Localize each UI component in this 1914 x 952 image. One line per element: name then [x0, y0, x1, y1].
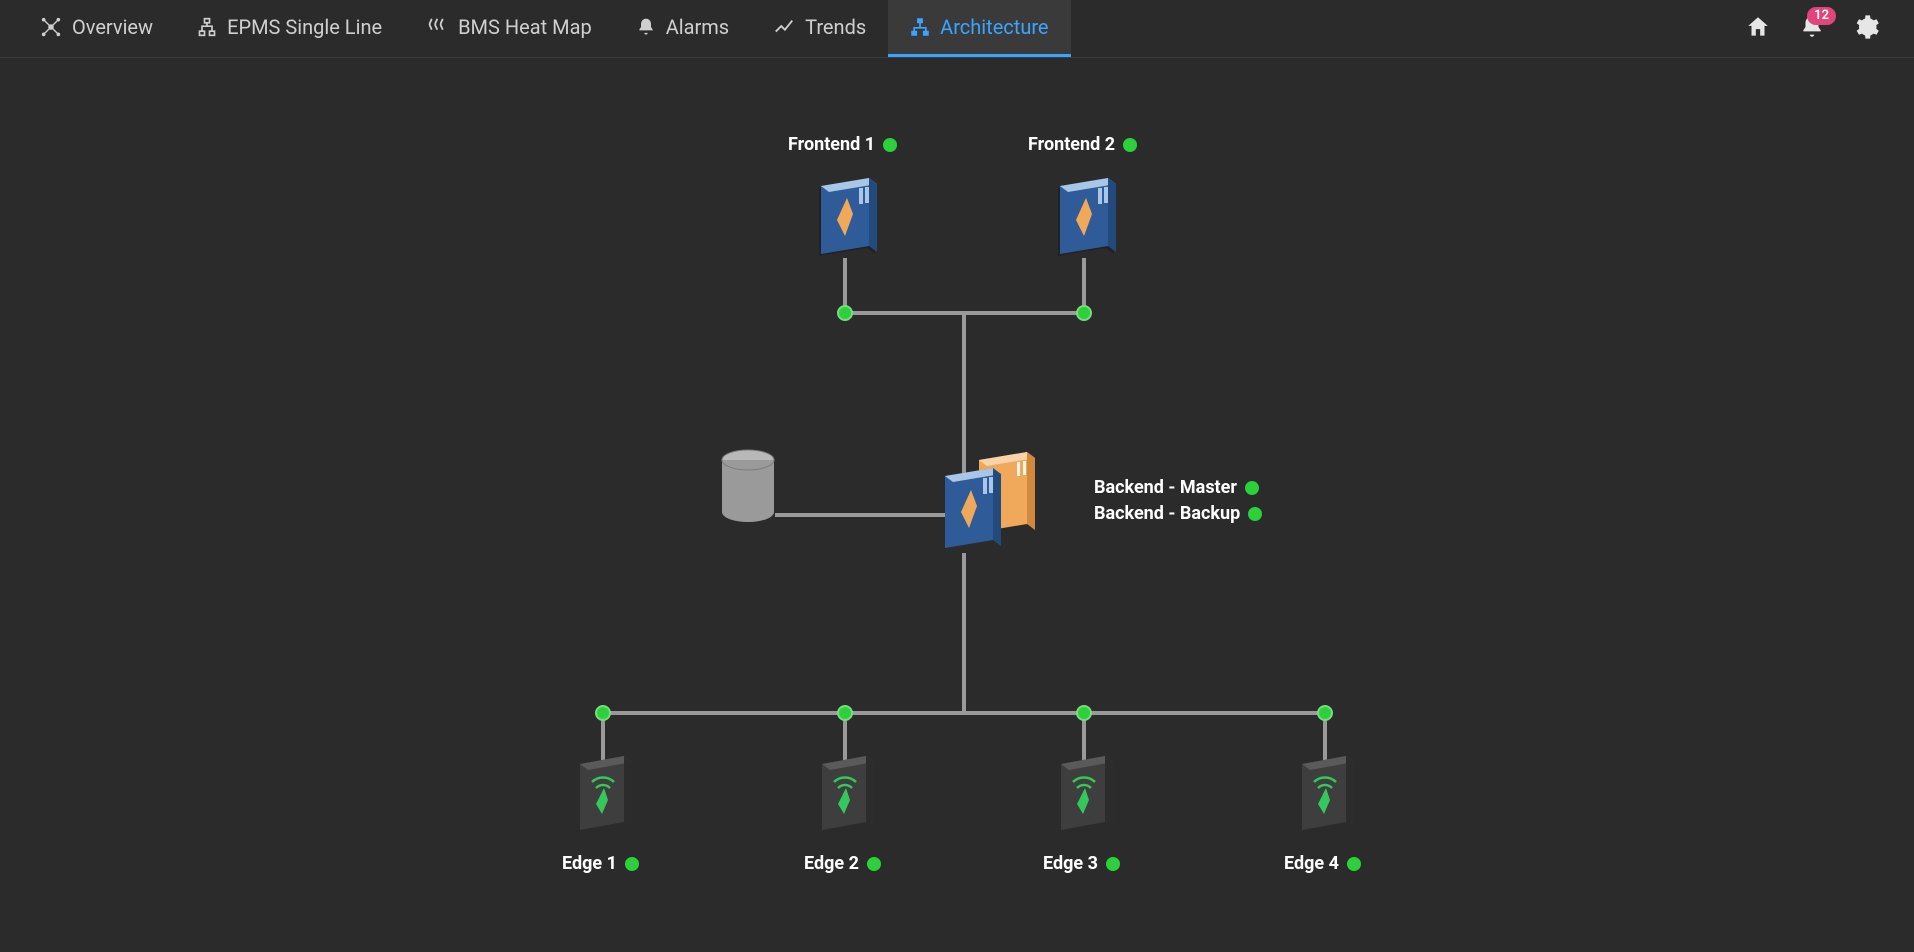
junction-dot	[1076, 705, 1092, 721]
bell-icon	[636, 16, 656, 38]
frontend1-node[interactable]	[813, 170, 877, 250]
junction-dot	[1076, 305, 1092, 321]
backend-master-label-row: Backend - Master	[1094, 477, 1259, 498]
nav-tabs: Overview EPMS Single Line BMS Heat Map A…	[18, 0, 1071, 57]
junction-dot	[837, 705, 853, 721]
tab-epms-single-line[interactable]: EPMS Single Line	[175, 0, 404, 57]
topbar-icons: 12	[1744, 0, 1914, 57]
tab-label: BMS Heat Map	[458, 15, 592, 39]
frontend2-node[interactable]	[1052, 170, 1116, 250]
tab-label: EPMS Single Line	[227, 15, 382, 39]
alert-badge: 12	[1807, 7, 1836, 25]
home-button[interactable]	[1744, 15, 1772, 43]
node-label: Backend - Master	[1094, 477, 1237, 498]
node-label: Frontend 1	[788, 134, 875, 155]
backend-backup-label-row: Backend - Backup	[1094, 503, 1262, 524]
edge4-label-row: Edge 4	[1284, 853, 1361, 874]
trend-icon	[773, 16, 795, 38]
status-dot-icon	[625, 857, 639, 871]
tab-overview[interactable]: Overview	[18, 0, 175, 57]
node-label: Edge 2	[804, 853, 859, 874]
tab-label: Overview	[72, 15, 153, 39]
settings-button[interactable]	[1852, 15, 1880, 43]
status-dot-icon	[1248, 507, 1262, 521]
tab-label: Trends	[805, 15, 866, 39]
gear-icon	[1852, 13, 1880, 45]
status-dot-icon	[883, 138, 897, 152]
notifications-button[interactable]: 12	[1798, 15, 1826, 43]
node-label: Frontend 2	[1028, 134, 1115, 155]
node-label: Edge 1	[562, 853, 617, 874]
status-dot-icon	[1106, 857, 1120, 871]
node-label: Backend - Backup	[1094, 503, 1240, 524]
junction-dot	[1317, 705, 1333, 721]
node-label: Edge 3	[1043, 853, 1098, 874]
frontend2-label-row: Frontend 2	[1028, 134, 1137, 155]
status-dot-icon	[1347, 857, 1361, 871]
architecture-icon	[910, 16, 930, 38]
status-dot-icon	[1123, 138, 1137, 152]
edge1-node[interactable]	[572, 748, 632, 824]
frontend1-label-row: Frontend 1	[788, 134, 897, 155]
tab-architecture[interactable]: Architecture	[888, 0, 1070, 57]
edge2-label-row: Edge 2	[804, 853, 881, 874]
heat-icon	[426, 16, 448, 38]
tab-label: Alarms	[666, 15, 729, 39]
backend-node-pair[interactable]	[937, 446, 1047, 560]
database-node[interactable]	[718, 448, 778, 532]
tab-label: Architecture	[940, 15, 1048, 39]
edge3-node[interactable]	[1053, 748, 1113, 824]
status-dot-icon	[867, 857, 881, 871]
status-dot-icon	[1245, 481, 1259, 495]
node-label: Edge 4	[1284, 853, 1339, 874]
single-line-icon	[197, 16, 217, 38]
tab-bms-heat-map[interactable]: BMS Heat Map	[404, 0, 614, 57]
edge3-label-row: Edge 3	[1043, 853, 1120, 874]
top-nav-bar: Overview EPMS Single Line BMS Heat Map A…	[0, 0, 1914, 58]
connector	[775, 513, 950, 517]
tab-alarms[interactable]: Alarms	[614, 0, 751, 57]
architecture-diagram: Frontend 1 Frontend 2	[0, 58, 1914, 952]
connector	[601, 711, 1325, 715]
overview-icon	[40, 16, 62, 38]
edge1-label-row: Edge 1	[562, 853, 639, 874]
junction-dot	[837, 305, 853, 321]
tab-trends[interactable]: Trends	[751, 0, 888, 57]
connector	[962, 553, 966, 713]
edge4-node[interactable]	[1294, 748, 1354, 824]
edge2-node[interactable]	[814, 748, 874, 824]
junction-dot	[595, 705, 611, 721]
home-icon	[1745, 14, 1771, 44]
